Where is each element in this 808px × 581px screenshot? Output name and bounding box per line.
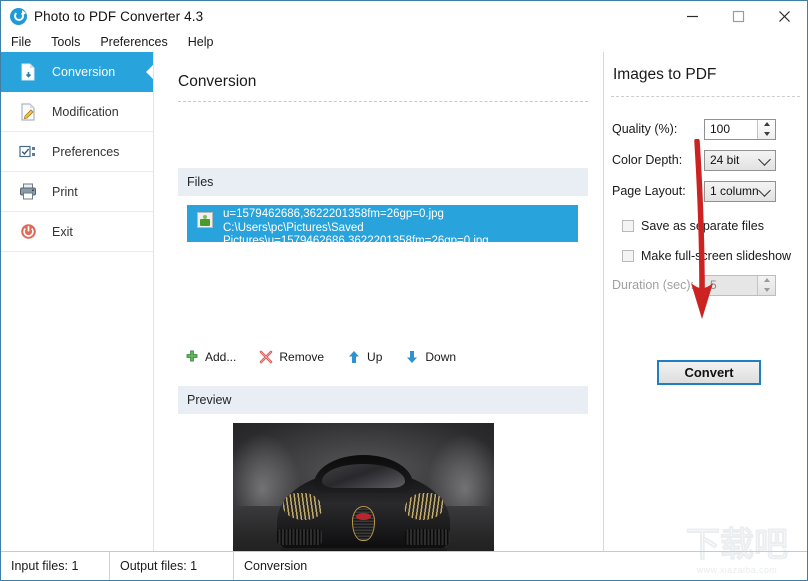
file-path: C:\Users\pc\Pictures\Saved bbox=[223, 222, 489, 236]
duration-label: Duration (sec): bbox=[612, 278, 704, 292]
duration-stepper: 5 bbox=[704, 275, 776, 296]
application-window: Photo to PDF Converter 4.3 File Tools Pr… bbox=[0, 0, 808, 581]
convert-circle-icon bbox=[10, 8, 27, 25]
status-output-files: Output files: 1 bbox=[110, 552, 233, 580]
page-layout-label: Page Layout: bbox=[612, 184, 704, 198]
file-item-texts: u=1579462686,3622201358fm=26gp=0.jpg C:\… bbox=[223, 208, 489, 242]
conversion-panel: Conversion Files u=1579462686,3622201358… bbox=[154, 52, 603, 551]
close-icon[interactable] bbox=[761, 1, 807, 31]
status-mode: Conversion bbox=[234, 552, 317, 580]
save-separate-files-checkbox[interactable] bbox=[622, 220, 634, 232]
move-up-button[interactable]: Up bbox=[340, 345, 391, 369]
menu-item-preferences[interactable]: Preferences bbox=[90, 32, 177, 52]
window-controls bbox=[669, 1, 807, 31]
add-button-label: Add... bbox=[205, 350, 236, 364]
remove-button-label: Remove bbox=[279, 350, 324, 364]
title-divider bbox=[178, 101, 588, 102]
list-item[interactable]: u=1579462686,3622201358fm=26gp=0.jpg C:\… bbox=[187, 205, 578, 242]
save-separate-files-label: Save as separate files bbox=[641, 219, 764, 233]
fullscreen-slideshow-checkbox[interactable] bbox=[622, 250, 634, 262]
quality-decrement-button[interactable] bbox=[758, 129, 775, 139]
fullscreen-slideshow-checkbox-row[interactable]: Make full-screen slideshow bbox=[622, 247, 791, 265]
quality-increment-button[interactable] bbox=[758, 120, 775, 130]
menu-item-help[interactable]: Help bbox=[178, 32, 224, 52]
menu-bar: File Tools Preferences Help bbox=[1, 31, 807, 53]
sidebar-item-modification[interactable]: Modification bbox=[1, 92, 153, 132]
fullscreen-slideshow-label: Make full-screen slideshow bbox=[641, 249, 791, 263]
title-bar: Photo to PDF Converter 4.3 bbox=[1, 1, 807, 31]
sidebar-item-preferences[interactable]: Preferences bbox=[1, 132, 153, 172]
preview-air-intake-right bbox=[405, 529, 449, 545]
move-down-button-label: Down bbox=[425, 350, 456, 364]
sidebar-item-label: Preferences bbox=[52, 145, 119, 159]
arrow-up-icon bbox=[346, 350, 361, 365]
files-section-header: Files bbox=[178, 168, 588, 196]
duration-increment-button bbox=[758, 276, 775, 286]
preview-section-header: Preview bbox=[178, 386, 588, 414]
window-title: Photo to PDF Converter 4.3 bbox=[34, 9, 203, 24]
menu-item-tools[interactable]: Tools bbox=[41, 32, 90, 52]
menu-item-file[interactable]: File bbox=[1, 32, 41, 52]
options-title: Images to PDF bbox=[613, 66, 716, 84]
move-down-button[interactable]: Down bbox=[398, 345, 465, 369]
quality-stepper[interactable]: 100 bbox=[704, 119, 776, 140]
sidebar-item-label: Print bbox=[52, 185, 78, 199]
arrow-down-icon bbox=[404, 350, 419, 365]
duration-value: 5 bbox=[710, 278, 717, 292]
color-depth-value: 24 bit bbox=[710, 153, 739, 167]
preview-badge bbox=[356, 513, 371, 520]
sidebar-item-label: Exit bbox=[52, 225, 73, 239]
add-button[interactable]: Add... bbox=[178, 345, 245, 369]
color-depth-select[interactable]: 24 bit bbox=[704, 150, 776, 171]
page-layout-select[interactable]: 1 column bbox=[704, 181, 776, 202]
cross-icon bbox=[258, 350, 273, 365]
sidebar-item-print[interactable]: Print bbox=[1, 172, 153, 212]
duration-decrement-button bbox=[758, 285, 775, 295]
duration-row: Duration (sec): 5 bbox=[612, 274, 800, 296]
quality-spinner-buttons[interactable] bbox=[757, 120, 775, 139]
page-layout-value: 1 column bbox=[710, 184, 759, 198]
maximize-icon[interactable] bbox=[715, 1, 761, 31]
quality-value: 100 bbox=[710, 122, 730, 136]
sidebar-item-conversion[interactable]: Conversion bbox=[1, 52, 153, 92]
chevron-down-icon bbox=[758, 153, 771, 166]
remove-button[interactable]: Remove bbox=[252, 345, 333, 369]
minimize-icon[interactable] bbox=[669, 1, 715, 31]
options-panel: Images to PDF Quality (%): 100 Color Dep… bbox=[603, 52, 807, 551]
preview-grille bbox=[352, 506, 375, 541]
duration-spinner-buttons bbox=[757, 276, 775, 295]
preview-air-intake-left bbox=[277, 529, 321, 545]
color-depth-label: Color Depth: bbox=[612, 153, 704, 167]
file-list[interactable]: u=1579462686,3622201358fm=26gp=0.jpg C:\… bbox=[178, 196, 588, 333]
save-separate-files-checkbox-row[interactable]: Save as separate files bbox=[622, 217, 764, 235]
options-divider bbox=[611, 96, 800, 97]
file-name: u=1579462686,3622201358fm=26gp=0.jpg bbox=[223, 208, 489, 222]
color-depth-row: Color Depth: 24 bit bbox=[612, 149, 800, 171]
document-convert-icon bbox=[18, 62, 38, 82]
checklist-icon bbox=[18, 142, 38, 162]
convert-button[interactable]: Convert bbox=[657, 360, 761, 385]
file-toolbar: Add... Remove Up bbox=[178, 345, 465, 369]
power-icon bbox=[18, 222, 38, 242]
status-input-files: Input files: 1 bbox=[1, 552, 109, 580]
sidebar-item-label: Modification bbox=[52, 105, 119, 119]
sidebar-item-exit[interactable]: Exit bbox=[1, 212, 153, 252]
sidebar-item-label: Conversion bbox=[52, 65, 115, 79]
sidebar: Conversion Modification P bbox=[1, 52, 154, 551]
plus-icon bbox=[184, 350, 199, 365]
document-edit-icon bbox=[18, 102, 38, 122]
page-title: Conversion bbox=[178, 73, 256, 91]
quality-row: Quality (%): 100 bbox=[612, 118, 800, 140]
printer-icon bbox=[18, 182, 38, 202]
chevron-down-icon bbox=[758, 184, 771, 197]
page-layout-row: Page Layout: 1 column bbox=[612, 180, 800, 202]
file-path-secondary: Pictures\u=1579462686,3622201358fm=26gp=… bbox=[223, 235, 489, 242]
image-file-icon bbox=[197, 212, 213, 228]
move-up-button-label: Up bbox=[367, 350, 382, 364]
quality-label: Quality (%): bbox=[612, 122, 704, 136]
status-bar: Input files: 1 Output files: 1 Conversio… bbox=[1, 551, 807, 580]
